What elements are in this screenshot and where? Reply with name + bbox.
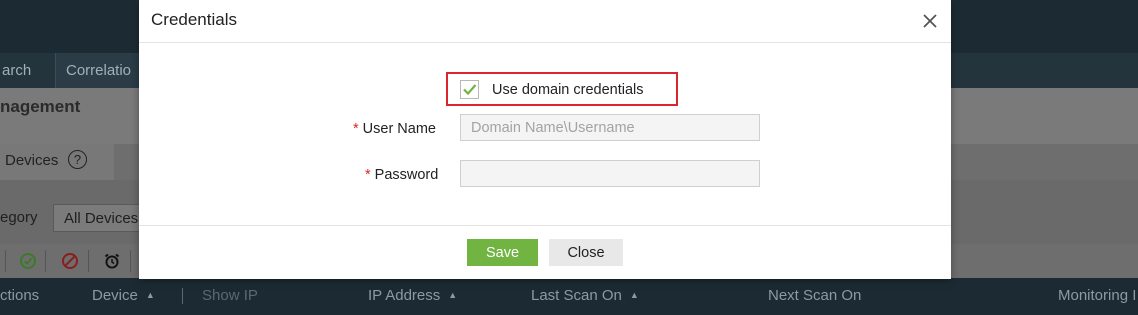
category-select-value: All Devices (64, 210, 139, 227)
toolbar-separator (45, 250, 46, 272)
close-icon[interactable] (921, 12, 939, 30)
question-circle-icon[interactable]: ? (68, 150, 87, 169)
sort-up-icon: ▲ (448, 290, 458, 300)
use-domain-checkbox[interactable] (460, 80, 479, 99)
username-input[interactable] (460, 114, 760, 141)
grid-header: ctions Device ▲ Show IP IP Address ▲ Last … (0, 278, 1138, 315)
dialog-header-divider (139, 42, 951, 43)
username-label: * User Name (353, 121, 436, 137)
alarm-clock-icon[interactable] (103, 252, 121, 270)
column-ip-address-label: IP Address (368, 287, 441, 304)
credentials-dialog: Credentials Use domain credentials * User… (139, 0, 951, 279)
column-last-scan-label: Last Scan On (531, 287, 622, 304)
toolbar-separator (88, 250, 89, 272)
check-circle-icon[interactable] (19, 252, 37, 270)
subtab-devices[interactable]: Devices ? (0, 144, 114, 180)
toolbar-separator (5, 250, 6, 272)
tab-search[interactable]: arch (0, 53, 56, 88)
ban-icon[interactable] (61, 252, 79, 270)
subtab-devices-label: Devices (5, 152, 59, 169)
username-label-text: User Name (362, 121, 436, 137)
sort-up-icon: ▲ (145, 290, 155, 300)
page-title: nagement (0, 97, 81, 116)
use-domain-label[interactable]: Use domain credentials (492, 82, 644, 98)
column-next-scan[interactable]: Next Scan On (768, 287, 861, 304)
column-separator (182, 288, 183, 304)
category-select[interactable]: All Devices (53, 204, 153, 232)
column-last-scan[interactable]: Last Scan On ▲ (531, 287, 639, 304)
column-device-label: Device (92, 287, 138, 304)
close-button[interactable]: Close (549, 239, 623, 266)
column-monitoring[interactable]: Monitoring I (1058, 287, 1136, 304)
password-label-text: Password (374, 167, 439, 183)
tab-correlation[interactable]: Correlatio (56, 53, 146, 88)
password-label: * Password (365, 167, 438, 183)
required-marker: * (365, 167, 371, 183)
column-device[interactable]: Device ▲ (92, 287, 155, 304)
column-ip-address[interactable]: IP Address ▲ (368, 287, 457, 304)
password-input[interactable] (460, 160, 760, 187)
required-marker: * (353, 121, 359, 137)
dialog-title: Credentials (151, 10, 237, 29)
show-ip-toggle[interactable]: Show IP (202, 287, 258, 304)
toolbar-separator (130, 250, 131, 272)
sort-up-icon: ▲ (629, 290, 639, 300)
dialog-footer-divider (139, 225, 951, 226)
save-button[interactable]: Save (467, 239, 538, 266)
checkmark-icon (463, 84, 477, 96)
column-actions: ctions (0, 287, 40, 304)
category-label: egory (0, 209, 38, 226)
